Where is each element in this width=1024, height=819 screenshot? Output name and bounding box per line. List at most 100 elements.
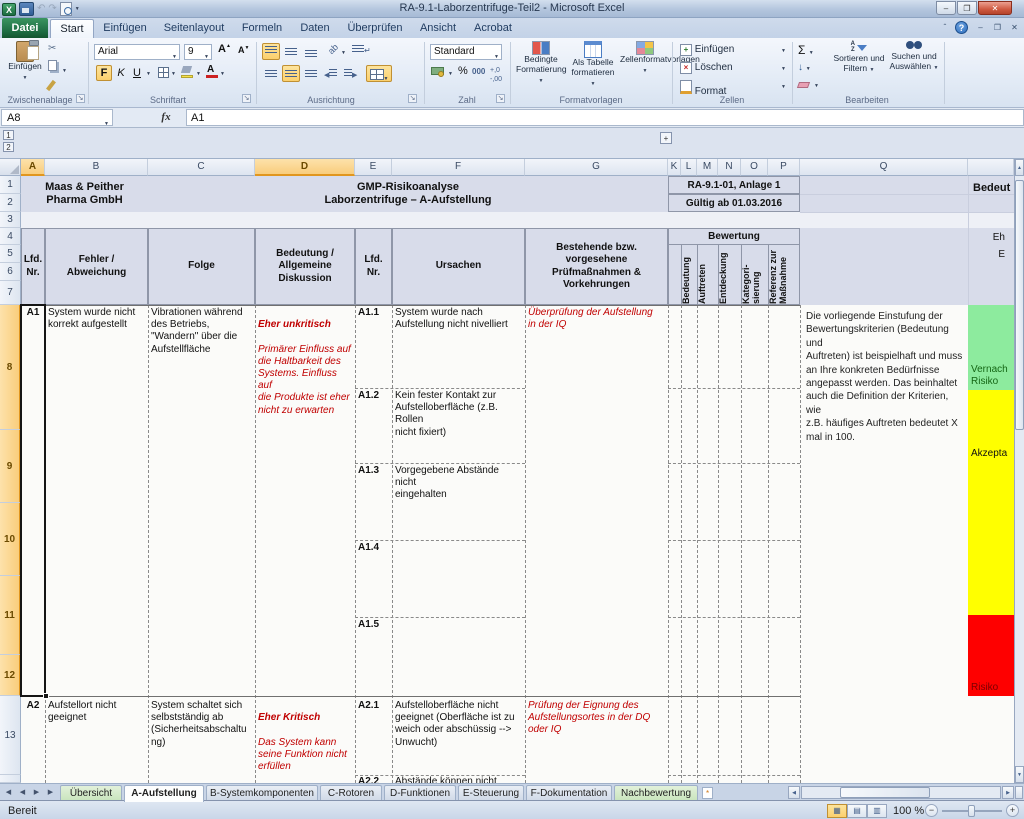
increase-decimal-button[interactable]: +,0 xyxy=(490,67,500,74)
header-lfd-nr[interactable]: Lfd. Nr. xyxy=(21,228,45,305)
restore-button[interactable]: ❐ xyxy=(957,1,977,15)
legend-green-cell[interactable]: Vernach Risiko xyxy=(968,305,1014,390)
percent-style-button[interactable]: % xyxy=(458,65,468,77)
row-header-5[interactable]: 5 xyxy=(0,245,21,263)
number-format-select[interactable]: Standard ▼ xyxy=(430,44,502,60)
cell-A1-1-nr[interactable]: A1.1 xyxy=(355,305,392,321)
cell-styles-button[interactable]: Zellenformatvorlagen ▼ xyxy=(620,41,670,75)
name-box[interactable]: A8 ▼ xyxy=(1,109,113,126)
row-header-4[interactable]: 4 xyxy=(0,228,21,245)
italic-button[interactable]: K xyxy=(114,65,128,81)
cell-valid-date[interactable]: Gültig ab 01.03.2016 xyxy=(668,194,800,212)
format-as-table-button[interactable]: Als Tabelle formatieren ▼ xyxy=(568,41,618,87)
cell-A1-4-nr[interactable]: A1.4 xyxy=(355,540,392,556)
header-fehler[interactable]: Fehler / Abweichung xyxy=(45,228,148,305)
tab-nav-prev-icon[interactable]: ◀ xyxy=(16,786,29,799)
header-lfd-nr-2[interactable]: Lfd. Nr. xyxy=(355,228,392,305)
align-center-button[interactable] xyxy=(282,65,300,82)
cell-A1-1-text[interactable]: System wurde nach Aufstellung nicht nive… xyxy=(392,305,525,333)
row-header-8[interactable]: 8 xyxy=(0,305,21,430)
merge-center-button[interactable]: ▼ xyxy=(366,65,392,82)
cut-icon[interactable]: ✂ xyxy=(48,43,56,54)
tab-split-handle[interactable] xyxy=(1015,786,1023,799)
sheet-tab-uebersicht[interactable]: Übersicht xyxy=(60,785,122,801)
legend-red-cell[interactable]: Risiko xyxy=(968,615,1014,696)
minimize-button[interactable]: – xyxy=(936,1,956,15)
outline-level-1-button[interactable]: 1 xyxy=(3,130,14,140)
legend-yellow-cell[interactable]: Akzepta xyxy=(968,390,1014,615)
alignment-dialog-launcher[interactable]: ↘ xyxy=(408,94,417,103)
cell-A1-3-text[interactable]: Vorgegebene Abstände nicht eingehalten xyxy=(392,463,525,504)
underline-dropdown-icon[interactable]: ▼ xyxy=(146,71,151,77)
row-header-13[interactable]: 13 xyxy=(0,696,21,775)
horizontal-scrollbar[interactable] xyxy=(801,786,1001,799)
zoom-slider-thumb[interactable] xyxy=(968,805,975,817)
row-header-10[interactable]: 10 xyxy=(0,503,21,576)
tab-nav-last-icon[interactable]: ▶ xyxy=(44,786,57,799)
increase-indent-icon[interactable]: ▶ xyxy=(344,69,357,79)
col-header-P[interactable]: P xyxy=(768,159,800,176)
sort-filter-button[interactable]: AZ Sortieren und Filtern ▼ xyxy=(832,41,886,73)
tab-seitenlayout[interactable]: Seitenlayout xyxy=(156,19,232,38)
tab-einfuegen[interactable]: Einfügen xyxy=(96,19,154,38)
sheet-tab-c-rotoren[interactable]: C-Rotoren xyxy=(320,785,382,801)
row-header-12[interactable]: 12 xyxy=(0,655,21,696)
col-header-K[interactable]: K xyxy=(668,159,681,176)
col-header-N[interactable]: N xyxy=(718,159,741,176)
cell-company[interactable]: Maas & Peither Pharma GmbH xyxy=(21,179,148,210)
format-cells-button[interactable]: Format ▼ xyxy=(680,80,786,96)
help-icon[interactable]: ? xyxy=(955,21,968,34)
close-button[interactable]: ✕ xyxy=(978,1,1012,15)
header-v-entdeckung[interactable]: Entdeckung xyxy=(719,246,741,304)
sheet-tab-d-funktionen[interactable]: D-Funktionen xyxy=(384,785,456,801)
doc-minimize-icon[interactable]: – xyxy=(973,21,988,34)
insert-sheet-icon[interactable]: * xyxy=(702,787,713,799)
autosum-button[interactable]: Σ ▼ xyxy=(798,43,814,57)
cell-A2-1-text[interactable]: Aufstelloberfläche nicht geeignet (Oberf… xyxy=(392,698,525,751)
formula-input[interactable]: A1 xyxy=(186,109,1024,126)
col-header-L[interactable]: L xyxy=(681,159,697,176)
tab-formeln[interactable]: Formeln xyxy=(234,19,290,38)
cell-A2-fehler[interactable]: Aufstellort nicht geeignet xyxy=(45,698,148,726)
find-select-button[interactable]: Suchen und Auswählen ▼ xyxy=(888,41,940,71)
col-header-F[interactable]: F xyxy=(392,159,525,176)
tab-daten[interactable]: Daten xyxy=(292,19,338,38)
view-normal-button[interactable]: ▦ xyxy=(827,804,847,818)
decrease-indent-icon[interactable]: ◀ xyxy=(324,69,337,79)
cell-A2-folge[interactable]: System schaltet sich selbstständig ab (S… xyxy=(148,698,255,751)
cell-ref[interactable]: RA-9.1-01, Anlage 1 xyxy=(668,176,800,194)
header-v-auftreten[interactable]: Auftreten xyxy=(698,246,718,304)
copy-icon[interactable] xyxy=(48,60,57,71)
underline-button[interactable]: U xyxy=(130,65,144,81)
header-folge[interactable]: Folge xyxy=(148,228,255,305)
cell-A1-3-nr[interactable]: A1.3 xyxy=(355,463,392,479)
header-v-referenz[interactable]: Referenz zur Maßnahme xyxy=(769,246,799,304)
cell-A1-2-nr[interactable]: A1.2 xyxy=(355,388,392,404)
cell-A2-massnahme[interactable]: Prüfung der Eignung des Aufstellungsorte… xyxy=(525,698,668,739)
cell-A1-bedeutung[interactable]: Eher unkritisch Primärer Einfluss auf di… xyxy=(255,305,355,419)
sheet-tab-e-steuerung[interactable]: E-Steuerung xyxy=(458,785,524,801)
bold-button[interactable]: F xyxy=(96,65,112,81)
decrease-decimal-button[interactable]: -,00 xyxy=(490,76,502,83)
font-name-select[interactable]: Arial ▼ xyxy=(94,44,180,60)
col-header-R-partial[interactable] xyxy=(968,159,1014,176)
tab-acrobat[interactable]: Acrobat xyxy=(466,19,520,38)
header-v-bedeutung[interactable]: Bedeutung xyxy=(682,246,697,304)
accounting-dropdown-icon[interactable]: ▼ xyxy=(448,71,453,77)
row-header-3[interactable]: 3 xyxy=(0,212,21,228)
fx-button[interactable]: fx xyxy=(148,109,184,126)
font-color-icon[interactable]: A xyxy=(207,64,214,75)
tab-nav-next-icon[interactable]: ▶ xyxy=(30,786,43,799)
col-header-Q[interactable]: Q xyxy=(800,159,968,176)
insert-cells-button[interactable]: + Einfügen ▼ xyxy=(680,44,786,60)
scroll-up-icon[interactable]: ▲ xyxy=(1015,159,1024,176)
zoom-level[interactable]: 100 % xyxy=(893,805,924,817)
col-header-A[interactable]: A xyxy=(21,159,45,176)
row-header-2[interactable]: 2 xyxy=(0,194,21,212)
header-v-kategorisierung[interactable]: Kategori- sierung xyxy=(742,246,768,304)
zoom-in-button[interactable]: + xyxy=(1006,804,1019,817)
borders-icon[interactable] xyxy=(158,67,169,78)
view-page-break-button[interactable]: ▥ xyxy=(867,804,887,818)
row-header-9[interactable]: 9 xyxy=(0,430,21,503)
row-header-7[interactable]: 7 xyxy=(0,281,21,305)
